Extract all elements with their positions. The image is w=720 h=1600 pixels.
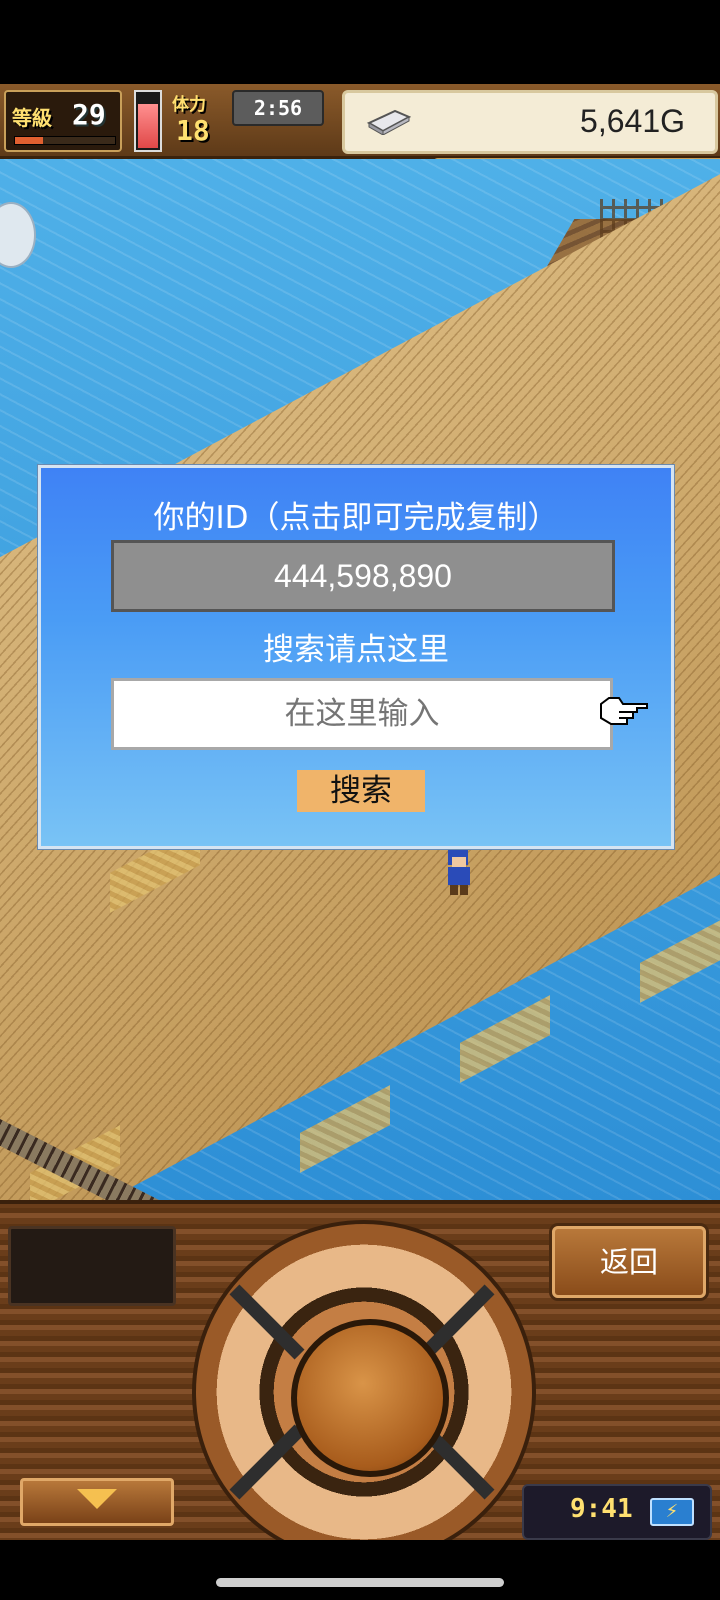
stamina-timer: 2:56: [232, 90, 324, 126]
stamina-label: 体力: [172, 95, 206, 115]
top-status-band: [0, 0, 720, 84]
gold-value: 5,641G: [580, 103, 685, 139]
dpad-divider: [229, 1424, 305, 1500]
deck-hatch: [640, 915, 720, 1003]
collapse-menu-button[interactable]: [20, 1478, 174, 1526]
your-id-copy-field[interactable]: 444,598,890: [111, 540, 615, 612]
level-value: 29: [72, 98, 106, 131]
pointing-hand-icon: [600, 697, 648, 725]
dpad-divider: [229, 1284, 305, 1360]
search-button[interactable]: 搜索: [297, 770, 425, 812]
search-hint-label: 搜索请点这里: [263, 632, 449, 668]
stamina-gauge-fill: [138, 104, 158, 148]
dpad-center-button[interactable]: [291, 1319, 449, 1477]
gold-panel: 5,641G: [342, 90, 718, 154]
your-id-label: 你的ID（点击即可完成复制）: [153, 500, 559, 536]
down-arrow-icon: [77, 1489, 117, 1509]
clock-panel: 9:41 ⚡: [522, 1484, 712, 1540]
player-character[interactable]: [440, 845, 476, 897]
directional-pad[interactable]: [192, 1220, 536, 1564]
stamina-value: 18: [176, 114, 210, 147]
back-button[interactable]: 返回: [552, 1226, 706, 1298]
experience-bar: [14, 136, 116, 145]
home-indicator[interactable]: [216, 1578, 504, 1587]
clock-time: 9:41: [570, 1494, 633, 1524]
experience-bar-fill: [15, 137, 43, 144]
friend-search-dialog: 你的ID（点击即可完成复制） 444,598,890 搜索请点这里 搜索: [38, 465, 674, 849]
deck-hatch: [300, 1085, 390, 1173]
silver-bar-icon: [366, 109, 411, 135]
control-panel: 返回 9:41 ⚡: [0, 1200, 720, 1564]
level-label: 等級: [12, 106, 52, 130]
game-header: 等級 29 体力 18 2:56 5,641G: [0, 84, 720, 159]
info-screen: [8, 1226, 176, 1306]
deck-hatch: [460, 995, 550, 1083]
stamina-gauge: [134, 90, 162, 152]
search-id-input[interactable]: [111, 678, 613, 750]
battery-charging-icon: ⚡: [650, 1498, 694, 1526]
level-panel: 等級 29: [4, 90, 122, 152]
bottom-band: [0, 1540, 720, 1600]
